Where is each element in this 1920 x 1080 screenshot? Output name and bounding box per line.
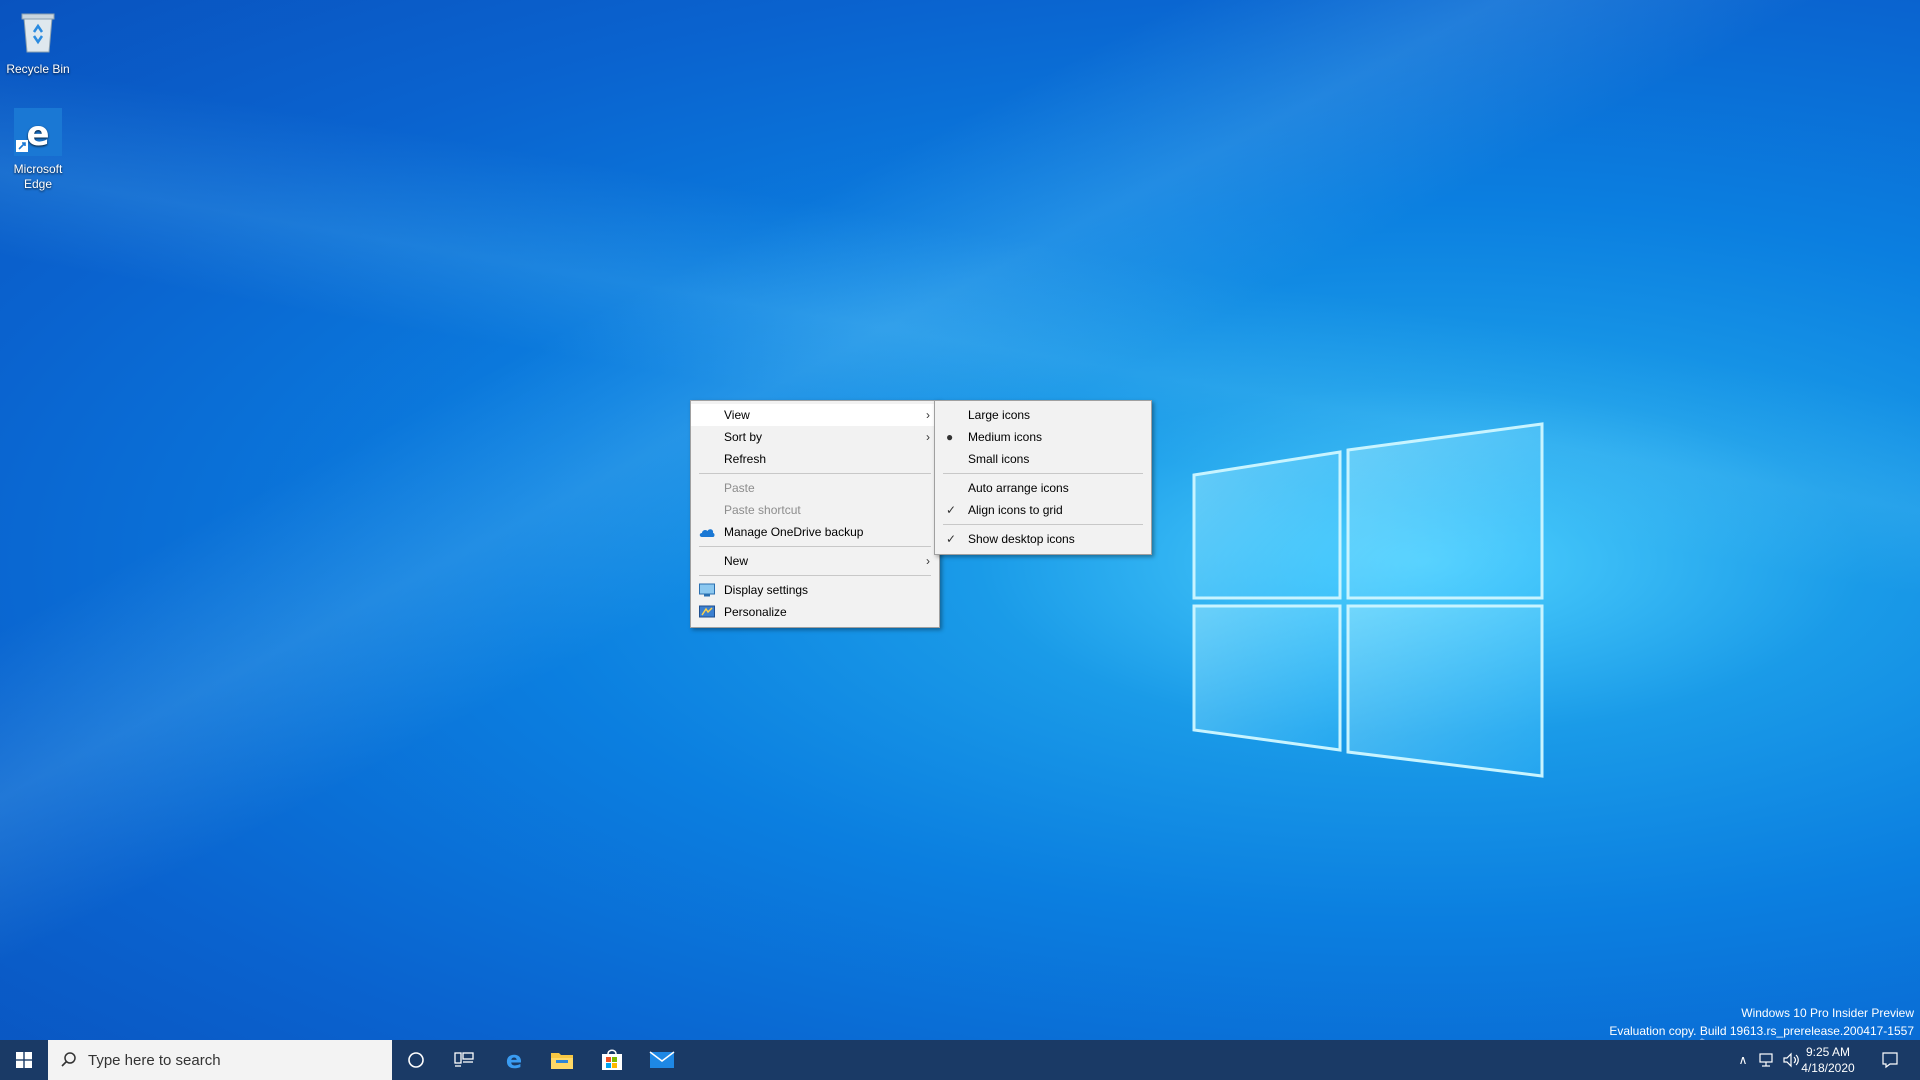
build-watermark-line1: Windows 10 Pro Insider Preview — [1741, 1006, 1914, 1020]
build-watermark-line2: Evaluation copy. Build 19613.rs_prerelea… — [1609, 1024, 1914, 1038]
chevron-right-icon: › — [926, 408, 930, 422]
submenu-item-small-icons[interactable]: Small icons — [935, 448, 1151, 470]
menu-separator — [943, 524, 1143, 525]
clock-date: 4/18/2020 — [1801, 1061, 1855, 1075]
menu-item-paste[interactable]: Paste — [691, 477, 939, 499]
menu-item-paste-shortcut[interactable]: Paste shortcut — [691, 499, 939, 521]
submenu-item-auto-arrange-icons[interactable]: Auto arrange icons — [935, 477, 1151, 499]
menu-item-new[interactable]: New › — [691, 550, 939, 572]
cortana-icon — [408, 1052, 424, 1068]
menu-item-view[interactable]: View › — [691, 404, 939, 426]
edge-icon: e — [506, 1048, 522, 1072]
menu-separator — [699, 575, 931, 576]
checkmark-icon: ✓ — [946, 532, 957, 546]
windows-logo-wallpaper — [1192, 422, 1544, 778]
desktop-icon-label: Microsoft Edge — [13, 162, 63, 191]
menu-separator — [699, 546, 931, 547]
view-submenu: Large icons ● Medium icons Small icons A… — [934, 400, 1152, 555]
chevron-right-icon: › — [926, 430, 930, 444]
menu-item-display-settings[interactable]: Display settings — [691, 579, 939, 601]
clock-time: 9:25 AM — [1805, 1045, 1851, 1059]
recycle-bin-icon — [21, 13, 55, 53]
onedrive-cloud-icon — [699, 529, 715, 537]
taskbar-store-button[interactable] — [588, 1040, 636, 1080]
search-box[interactable]: Type here to search — [48, 1040, 392, 1080]
taskbar: Type here to search e ∧ 9:25 AM 4/18/202… — [0, 1040, 1920, 1080]
network-icon[interactable] — [1758, 1052, 1778, 1068]
notification-icon — [1882, 1052, 1898, 1069]
radio-selected-icon: ● — [946, 430, 954, 444]
submenu-item-medium-icons[interactable]: ● Medium icons — [935, 426, 1151, 448]
display-settings-icon — [699, 583, 715, 597]
submenu-item-show-desktop-icons[interactable]: ✓ Show desktop icons — [935, 528, 1151, 550]
menu-item-refresh[interactable]: Refresh — [691, 448, 939, 470]
action-center-button[interactable] — [1870, 1040, 1910, 1080]
start-button[interactable] — [0, 1040, 48, 1080]
mail-icon — [649, 1051, 675, 1068]
personalize-icon — [699, 605, 715, 618]
submenu-item-large-icons[interactable]: Large icons — [935, 404, 1151, 426]
submenu-item-align-icons-to-grid[interactable]: ✓ Align icons to grid — [935, 499, 1151, 521]
menu-item-sort-by[interactable]: Sort by › — [691, 426, 939, 448]
store-icon — [602, 1049, 622, 1070]
search-icon — [61, 1052, 76, 1067]
taskbar-edge-button[interactable]: e — [490, 1040, 538, 1080]
chevron-up-icon[interactable]: ∧ — [1732, 1053, 1754, 1067]
taskbar-file-explorer-button[interactable] — [538, 1040, 586, 1080]
menu-item-personalize[interactable]: Personalize — [691, 601, 939, 623]
desktop-icon-label: Recycle Bin — [6, 62, 70, 76]
menu-item-manage-onedrive-backup[interactable]: Manage OneDrive backup — [691, 521, 939, 543]
desktop-icon-recycle-bin[interactable]: Recycle Bin — [0, 8, 76, 77]
checkmark-icon: ✓ — [946, 503, 957, 517]
svg-text:e: e — [506, 1048, 522, 1072]
taskbar-clock[interactable]: 9:25 AM 4/18/2020 — [1788, 1044, 1868, 1076]
chevron-right-icon: › — [926, 554, 930, 568]
desktop-icon-microsoft-edge[interactable]: e Microsoft Edge — [0, 108, 76, 192]
cortana-button[interactable] — [392, 1040, 440, 1080]
menu-separator — [943, 473, 1143, 474]
search-placeholder: Type here to search — [88, 1051, 221, 1069]
svg-text:e: e — [26, 114, 49, 154]
task-view-icon — [454, 1052, 474, 1067]
windows-start-icon — [16, 1052, 32, 1068]
desktop-context-menu: View › Sort by › Refresh Paste Paste sho… — [690, 400, 940, 628]
file-explorer-icon — [551, 1053, 573, 1069]
menu-separator — [699, 473, 931, 474]
edge-icon: e — [14, 108, 62, 156]
task-view-button[interactable] — [440, 1040, 488, 1080]
taskbar-mail-button[interactable] — [638, 1040, 686, 1080]
